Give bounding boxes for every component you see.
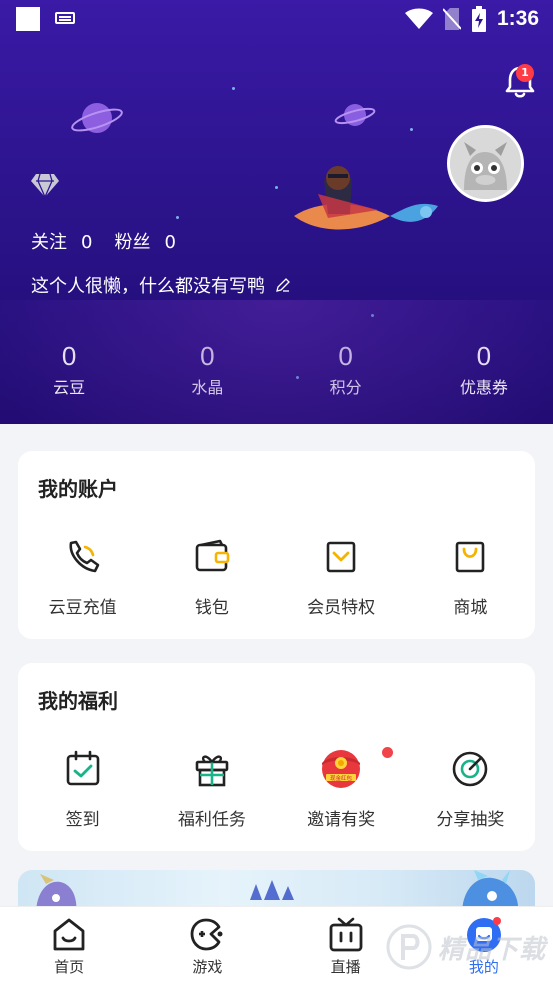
- follow-stats: 关注 0 粉丝 0: [31, 228, 176, 254]
- vip-icon: [326, 541, 356, 573]
- notification-placeholder-icon: [16, 7, 40, 31]
- account-title: 我的账户: [38, 477, 118, 501]
- calendar-check-icon: [66, 750, 99, 786]
- profile-bio[interactable]: 这个人很懒，什么都没有写鸭: [31, 272, 291, 298]
- edit-pencil-icon[interactable]: [275, 277, 291, 293]
- stat-cloud-beans[interactable]: 0 云豆: [0, 340, 138, 398]
- status-bar: 1:36: [0, 0, 553, 38]
- wallet-icon: [195, 539, 230, 572]
- benefits-grid: 签到 福利任务 现金红包 邀请有奖 分享抽奖: [18, 749, 535, 830]
- status-time: 1:36: [496, 7, 539, 30]
- phone-coin-icon: [69, 540, 99, 573]
- gamepad-icon: [190, 918, 223, 951]
- home-icon: [53, 918, 85, 951]
- planet-decoration-icon: [71, 103, 123, 133]
- profile-header: 1:36 1 关注 0 粉丝 0 这个人很懒，什么都没有写鸭 0 云豆 0 水晶…: [0, 0, 553, 424]
- site-watermark: 精品下载: [386, 924, 546, 970]
- dragon-avatar-icon: [450, 128, 521, 199]
- bio-text: 这个人很懒，什么都没有写鸭: [31, 276, 265, 297]
- invite-new-dot: [382, 747, 393, 758]
- mall-button[interactable]: 商城: [406, 537, 535, 618]
- red-envelope-icon-text: 现金红包: [330, 774, 353, 782]
- rocket-character-illustration: [294, 166, 438, 230]
- gift-icon: [195, 755, 229, 787]
- notification-badge: 1: [516, 64, 534, 82]
- account-card: 我的账户 云豆充值 钱包 会员特权 商城: [18, 451, 535, 639]
- asset-stats: 0 云豆 0 水晶 0 积分 0 优惠券: [0, 340, 553, 398]
- share-lottery-button[interactable]: 分享抽奖: [406, 749, 535, 830]
- diamond-level-icon[interactable]: [30, 172, 60, 198]
- keyboard-icon: [55, 12, 75, 24]
- no-sim-icon: [442, 8, 461, 30]
- wifi-icon: [404, 8, 433, 29]
- tab-home[interactable]: 首页: [0, 907, 138, 983]
- benefits-title: 我的福利: [38, 689, 118, 713]
- welfare-tasks-button[interactable]: 福利任务: [147, 749, 276, 830]
- account-grid: 云豆充值 钱包 会员特权 商城: [18, 537, 535, 618]
- planet-decoration-icon: [334, 104, 376, 126]
- tab-games[interactable]: 游戏: [138, 907, 276, 983]
- red-envelope-icon: 现金红包: [322, 750, 361, 788]
- tv-icon: [329, 917, 363, 952]
- stat-points[interactable]: 0 积分: [277, 340, 415, 398]
- check-in-button[interactable]: 签到: [18, 749, 147, 830]
- shop-bag-icon: [456, 541, 485, 573]
- watermark-logo-icon: [386, 924, 432, 970]
- battery-charging-icon: [471, 6, 486, 32]
- fans-count[interactable]: 粉丝 0: [114, 228, 175, 254]
- recharge-button[interactable]: 云豆充值: [18, 537, 147, 618]
- watermark-text: 精品下载: [438, 934, 547, 965]
- stat-coupons[interactable]: 0 优惠券: [415, 340, 553, 398]
- lottery-target-icon: [453, 751, 488, 787]
- stat-crystals[interactable]: 0 水晶: [138, 340, 276, 398]
- banner-crystals-illustration: [250, 880, 294, 900]
- follow-count[interactable]: 关注 0: [31, 228, 92, 254]
- invite-reward-button[interactable]: 现金红包 邀请有奖: [277, 749, 406, 830]
- avatar[interactable]: [447, 125, 524, 202]
- benefits-card: 我的福利 签到 福利任务 现金红包 邀请有奖 分享抽奖: [18, 663, 535, 851]
- wallet-button[interactable]: 钱包: [147, 537, 276, 618]
- vip-privileges-button[interactable]: 会员特权: [277, 537, 406, 618]
